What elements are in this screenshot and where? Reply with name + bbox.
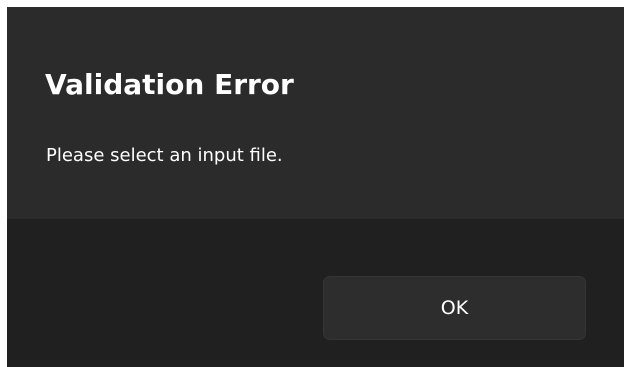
ok-button[interactable]: OK [323,276,586,340]
dialog-footer: OK [7,219,624,367]
dialog-message: Please select an input file. [46,145,283,166]
dialog-content: Validation Error Please select an input … [7,7,624,219]
dialog-title: Validation Error [45,68,294,101]
validation-error-dialog: Validation Error Please select an input … [7,7,624,367]
